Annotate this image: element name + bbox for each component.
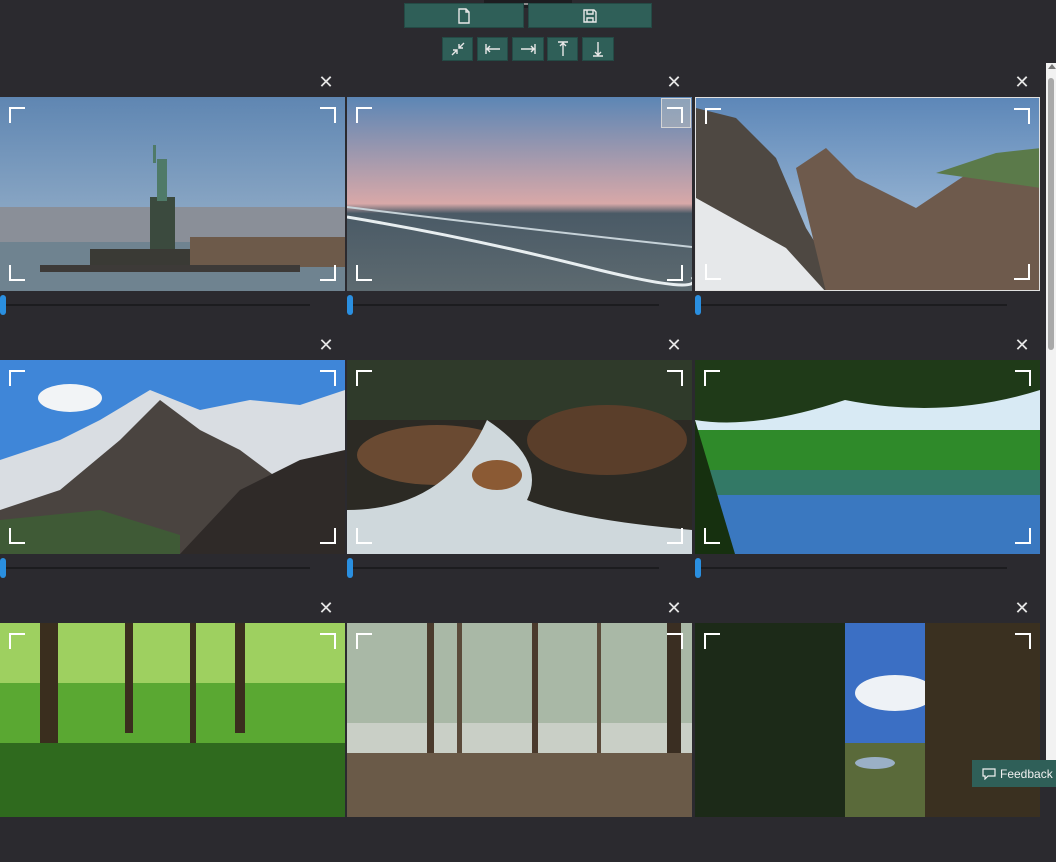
align-left-button[interactable]	[477, 37, 508, 61]
slider-thumb[interactable]	[695, 295, 701, 315]
scroll-up-arrow-icon[interactable]	[1048, 64, 1056, 69]
image-thumbnail[interactable]	[347, 623, 692, 817]
crop-corner-top-left[interactable]	[9, 633, 25, 649]
scrollbar-thumb[interactable]	[1048, 78, 1054, 350]
crop-corner-bottom-left[interactable]	[705, 264, 721, 280]
crop-corner-top-left[interactable]	[705, 108, 721, 124]
image-thumbnail[interactable]	[695, 623, 1040, 817]
crop-corner-bottom-left[interactable]	[9, 265, 25, 281]
crop-corner-bottom-right[interactable]	[667, 528, 683, 544]
feedback-icon	[982, 767, 996, 780]
close-icon[interactable]: ✕	[665, 336, 683, 354]
close-icon[interactable]: ✕	[1013, 599, 1031, 617]
crop-corner-top-left[interactable]	[704, 633, 720, 649]
trail-sky-photo	[695, 623, 1040, 817]
align-bottom-button[interactable]	[582, 37, 614, 61]
crop-corner-top-left[interactable]	[356, 107, 372, 123]
slider-track[interactable]	[347, 567, 659, 569]
image-cell: ✕	[695, 336, 1040, 599]
slider-thumb[interactable]	[0, 295, 6, 315]
image-thumbnail[interactable]	[347, 97, 692, 291]
image-thumbnail[interactable]	[0, 623, 345, 817]
crop-corner-bottom-right[interactable]	[667, 265, 683, 281]
image-thumbnail[interactable]	[0, 360, 345, 554]
slider-track[interactable]	[695, 304, 1007, 306]
crop-corner-top-left[interactable]	[9, 107, 25, 123]
image-thumbnail[interactable]	[695, 360, 1040, 554]
crop-corner-bottom-right[interactable]	[320, 265, 336, 281]
crop-corner-top-right[interactable]	[320, 370, 336, 386]
crop-corner-top-left[interactable]	[356, 633, 372, 649]
close-icon[interactable]: ✕	[317, 599, 335, 617]
close-icon[interactable]: ✕	[665, 599, 683, 617]
crop-corner-bottom-left[interactable]	[704, 528, 720, 544]
image-thumbnail-selected[interactable]	[695, 97, 1040, 291]
crop-corner-top-right[interactable]	[667, 107, 683, 123]
forest-lake-photo	[695, 360, 1040, 554]
ocean-beach-photo	[347, 97, 692, 291]
stream-rocks-photo	[347, 360, 692, 554]
slider-track[interactable]	[695, 567, 1007, 569]
crop-corner-top-right[interactable]	[1015, 633, 1031, 649]
image-cell: ✕	[695, 599, 1040, 862]
crop-corner-top-right[interactable]	[667, 370, 683, 386]
image-cell: ✕	[347, 73, 692, 336]
statue-of-liberty-photo	[0, 97, 345, 291]
crop-corner-top-right[interactable]	[1014, 108, 1030, 124]
save-button[interactable]	[528, 3, 652, 28]
crop-corner-top-left[interactable]	[704, 370, 720, 386]
close-icon[interactable]: ✕	[1013, 336, 1031, 354]
arrow-bottom-bar-icon	[593, 42, 603, 57]
crop-corner-top-left[interactable]	[9, 370, 25, 386]
image-cell: ✕	[0, 599, 345, 862]
crop-corner-top-left[interactable]	[356, 370, 372, 386]
arrow-top-bar-icon	[557, 41, 568, 56]
feedback-button[interactable]: Feedback	[972, 760, 1056, 787]
slider-thumb[interactable]	[347, 295, 353, 315]
close-icon[interactable]: ✕	[1013, 73, 1031, 91]
close-icon[interactable]: ✕	[317, 73, 335, 91]
image-cell: ✕	[347, 599, 692, 862]
save-icon	[583, 8, 597, 23]
slider-track[interactable]	[0, 567, 310, 569]
slider-thumb[interactable]	[695, 558, 701, 578]
crop-corner-bottom-right[interactable]	[1015, 528, 1031, 544]
green-forest-photo	[0, 623, 345, 817]
new-file-icon	[458, 7, 470, 24]
fit-shrink-button[interactable]	[442, 37, 473, 61]
align-top-button[interactable]	[547, 37, 578, 61]
crop-corner-top-right[interactable]	[320, 633, 336, 649]
crop-corner-top-right[interactable]	[667, 633, 683, 649]
align-right-button[interactable]	[512, 37, 544, 61]
rocky-cliffs-photo	[696, 98, 1039, 290]
snowy-mountains-photo	[0, 360, 345, 554]
arrow-left-bar-icon	[484, 44, 500, 54]
image-thumbnail[interactable]	[0, 97, 345, 291]
slider-thumb[interactable]	[347, 558, 353, 578]
new-file-button[interactable]	[404, 3, 524, 28]
shrink-arrows-icon	[451, 42, 464, 56]
crop-corner-bottom-left[interactable]	[356, 265, 372, 281]
image-cell: ✕	[0, 73, 345, 336]
image-cell: ✕	[0, 336, 345, 599]
crop-corner-top-right[interactable]	[1015, 370, 1031, 386]
close-icon[interactable]: ✕	[317, 336, 335, 354]
crop-corner-bottom-right[interactable]	[320, 528, 336, 544]
crop-corner-bottom-left[interactable]	[356, 528, 372, 544]
image-cell: ✕	[695, 73, 1040, 336]
close-icon[interactable]: ✕	[665, 73, 683, 91]
image-cell: ✕	[347, 336, 692, 599]
arrow-right-bar-icon	[521, 44, 536, 54]
slider-track[interactable]	[347, 304, 659, 306]
slider-thumb[interactable]	[0, 558, 6, 578]
crop-corner-bottom-right[interactable]	[1014, 264, 1030, 280]
image-thumbnail[interactable]	[347, 360, 692, 554]
feedback-label: Feedback	[1000, 766, 1053, 781]
slider-track[interactable]	[0, 304, 310, 306]
crop-corner-top-right[interactable]	[320, 107, 336, 123]
birch-woods-photo	[347, 623, 692, 817]
crop-corner-bottom-left[interactable]	[9, 528, 25, 544]
